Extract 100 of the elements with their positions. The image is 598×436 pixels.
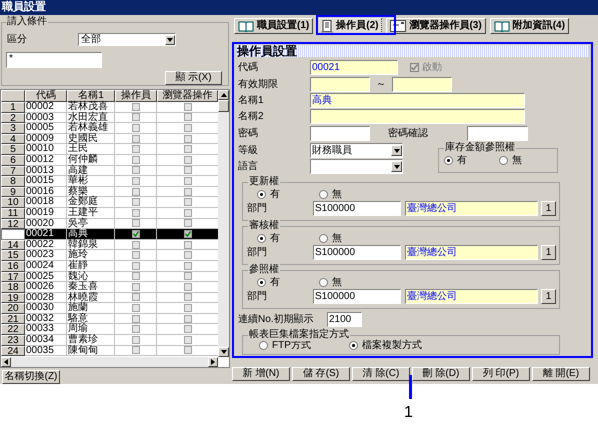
tab[interactable]: 附加資訊(4) bbox=[490, 18, 569, 34]
checkbox[interactable] bbox=[132, 304, 140, 312]
grid-row[interactable]: 6 00012 何仲麟 bbox=[1, 154, 218, 166]
radio-button[interactable] bbox=[319, 234, 328, 242]
checkbox[interactable] bbox=[132, 336, 140, 344]
grid-row[interactable]: 24 00035 陳甸甸 bbox=[1, 346, 218, 356]
checkbox[interactable] bbox=[132, 188, 140, 196]
name-switch-button[interactable]: 名稱切換(Z) bbox=[2, 370, 60, 384]
grid-row[interactable]: 5 00010 王民 bbox=[1, 144, 218, 155]
toolbar-button[interactable]: 清 除(C) bbox=[352, 367, 410, 381]
radio-button[interactable] bbox=[319, 278, 328, 286]
checkbox[interactable] bbox=[184, 314, 192, 323]
radio-button[interactable] bbox=[257, 234, 266, 242]
toolbar-button[interactable]: 新 增(N) bbox=[232, 367, 290, 381]
checkbox[interactable] bbox=[132, 102, 140, 111]
selected-row[interactable]: 00021 高典 bbox=[1, 229, 218, 240]
checkbox[interactable] bbox=[184, 124, 192, 132]
checkbox[interactable] bbox=[184, 336, 192, 344]
input-field[interactable]: S100000 bbox=[313, 245, 401, 260]
grid-row[interactable]: 20 00030 施蘭 bbox=[1, 303, 218, 314]
grid-row[interactable]: 23 00034 曹素珍 bbox=[1, 335, 218, 346]
checkbox[interactable] bbox=[132, 262, 140, 270]
scroll-down-icon[interactable] bbox=[218, 347, 229, 357]
radio-button[interactable] bbox=[257, 190, 266, 198]
grid-row[interactable]: 10 00018 金鄭庭 bbox=[1, 197, 218, 208]
grid-row[interactable]: 3 00005 若林義雄 bbox=[1, 123, 218, 134]
checkbox[interactable] bbox=[184, 262, 192, 270]
checkbox[interactable] bbox=[184, 219, 192, 228]
checkbox[interactable] bbox=[184, 208, 192, 217]
grid-row[interactable]: 11 00019 王建平 bbox=[1, 208, 218, 219]
input-field[interactable]: S100000 bbox=[313, 289, 401, 304]
search-field[interactable]: * bbox=[6, 52, 102, 68]
grid-row[interactable]: 8 00015 華彬 bbox=[1, 176, 218, 187]
grid-row[interactable]: 14 00022 韓錦泉 bbox=[1, 240, 218, 250]
category-select[interactable]: 全部 bbox=[78, 33, 176, 46]
checkbox[interactable] bbox=[132, 325, 140, 334]
column-header[interactable]: 代碼 bbox=[25, 90, 67, 102]
radio-button[interactable] bbox=[349, 340, 358, 350]
lookup-button[interactable]: 1 bbox=[541, 289, 556, 304]
checkbox[interactable] bbox=[184, 102, 192, 111]
lookup-button[interactable]: 1 bbox=[541, 245, 556, 260]
radio-button[interactable] bbox=[499, 156, 508, 165]
checkbox[interactable] bbox=[184, 134, 192, 143]
checkbox[interactable] bbox=[184, 145, 192, 154]
vertical-scrollbar[interactable] bbox=[218, 90, 229, 357]
checkbox[interactable] bbox=[184, 304, 192, 312]
column-header[interactable]: 瀏覽器操作 bbox=[157, 90, 218, 102]
checkbox[interactable] bbox=[132, 145, 140, 154]
checkbox[interactable] bbox=[184, 346, 192, 354]
toolbar-button[interactable]: 刪 除(D) bbox=[412, 367, 470, 381]
toolbar-button[interactable]: 列 印(P) bbox=[472, 367, 530, 381]
checkbox[interactable] bbox=[132, 166, 140, 174]
toolbar-button[interactable]: 儲 存(S) bbox=[292, 367, 350, 381]
checkbox[interactable] bbox=[184, 198, 192, 206]
radio-button[interactable] bbox=[257, 278, 266, 286]
show-button[interactable]: 顯 示(X) bbox=[165, 71, 222, 85]
checkbox[interactable] bbox=[132, 124, 140, 132]
checkbox[interactable] bbox=[132, 251, 140, 260]
input-field[interactable]: 2100 bbox=[327, 312, 362, 327]
checkbox[interactable] bbox=[132, 219, 140, 228]
checkbox[interactable] bbox=[184, 282, 192, 291]
checkbox[interactable] bbox=[184, 230, 192, 238]
checkbox[interactable] bbox=[132, 198, 140, 206]
password-field[interactable] bbox=[310, 126, 370, 141]
grid-row[interactable]: 1 00002 若林茂喜 bbox=[1, 102, 218, 113]
checkbox[interactable] bbox=[184, 293, 192, 302]
checkbox[interactable] bbox=[132, 240, 140, 249]
checkbox[interactable] bbox=[132, 156, 140, 164]
dropdown[interactable]: 財務職員 bbox=[310, 143, 403, 158]
checkbox[interactable] bbox=[184, 325, 192, 334]
input-field[interactable]: S100000 bbox=[313, 201, 401, 216]
checkbox[interactable] bbox=[132, 134, 140, 143]
checkbox[interactable] bbox=[184, 156, 192, 164]
column-header[interactable]: 名稱1 bbox=[67, 90, 115, 102]
input-field[interactable]: 00021 bbox=[310, 60, 398, 75]
radio-button[interactable] bbox=[319, 190, 328, 198]
radio-button[interactable] bbox=[444, 156, 453, 165]
date-field[interactable] bbox=[310, 77, 370, 92]
scroll-right-icon[interactable] bbox=[208, 357, 218, 367]
checkbox[interactable] bbox=[184, 240, 192, 249]
checkbox[interactable] bbox=[184, 272, 192, 280]
grid-row[interactable]: 4 00009 史國民 bbox=[1, 134, 218, 144]
checkbox[interactable] bbox=[132, 282, 140, 291]
toolbar-button[interactable]: 離 開(E) bbox=[532, 367, 590, 381]
checkbox[interactable] bbox=[132, 314, 140, 323]
tab[interactable]: 瀏覽器操作員(3) bbox=[386, 18, 486, 34]
checkbox[interactable] bbox=[132, 293, 140, 302]
date-field[interactable] bbox=[392, 77, 452, 92]
checkbox[interactable] bbox=[184, 166, 192, 174]
password-field[interactable] bbox=[467, 126, 528, 141]
input-field[interactable]: 高典 bbox=[310, 93, 525, 108]
grid-row[interactable]: 15 00023 施玲 bbox=[1, 250, 218, 261]
grid-row[interactable]: 12 00020 吳亭 bbox=[1, 218, 218, 230]
lookup-button[interactable]: 1 bbox=[541, 201, 556, 216]
dropdown[interactable] bbox=[310, 159, 403, 174]
checkbox[interactable] bbox=[132, 272, 140, 280]
scroll-thumb[interactable] bbox=[218, 100, 229, 112]
column-header[interactable]: 操作員 bbox=[115, 90, 157, 102]
checkbox[interactable] bbox=[184, 113, 192, 122]
grid-row[interactable]: 16 00024 崔靜 bbox=[1, 260, 218, 272]
